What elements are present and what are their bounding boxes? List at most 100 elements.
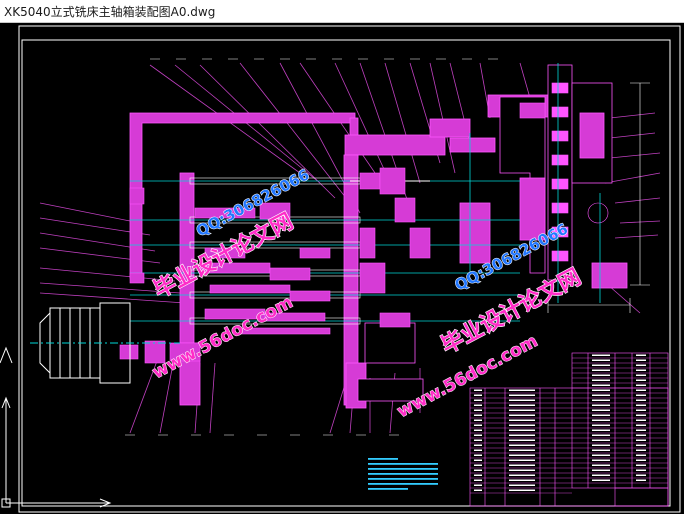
- table-text: [509, 474, 535, 476]
- gear: [359, 172, 381, 190]
- table-text: [592, 379, 610, 381]
- table-text: [474, 434, 482, 436]
- note-line: [368, 458, 398, 460]
- leader-line: [384, 62, 421, 184]
- table-text: [592, 389, 610, 391]
- table-text: [636, 389, 646, 391]
- table-text: [636, 474, 646, 476]
- table-text: [474, 464, 482, 466]
- leader-line: [609, 112, 656, 119]
- table-text: [474, 409, 482, 411]
- table-text: [636, 399, 646, 401]
- table-text: [636, 479, 646, 481]
- leader-line: [429, 62, 456, 174]
- table-text: [636, 459, 646, 461]
- table-text: [592, 384, 610, 386]
- table-text: [509, 454, 535, 456]
- table-text: [636, 419, 646, 421]
- table-text: [509, 399, 535, 401]
- table-text: [592, 409, 610, 411]
- nut: [587, 202, 609, 224]
- table-text: [636, 469, 646, 471]
- spindle-part: [551, 82, 569, 94]
- table-text: [636, 409, 646, 411]
- table-text: [636, 354, 646, 356]
- table-text: [592, 434, 610, 436]
- note-line: [368, 468, 438, 470]
- spindle-part: [551, 130, 569, 142]
- gear: [359, 262, 386, 294]
- table-text: [509, 414, 535, 416]
- table-text: [474, 389, 482, 391]
- table-text: [592, 404, 610, 406]
- table-text: [474, 404, 482, 406]
- table-text: [592, 469, 610, 471]
- table-text: [474, 424, 482, 426]
- table-text: [592, 464, 610, 466]
- table-text: [509, 489, 535, 491]
- table-text: [592, 419, 610, 421]
- table-text: [636, 439, 646, 441]
- table-text: [509, 449, 535, 451]
- table-text: [592, 354, 610, 356]
- table-text: [592, 429, 610, 431]
- table-text: [636, 359, 646, 361]
- table-text: [509, 424, 535, 426]
- table-text: [509, 479, 535, 481]
- gear: [359, 227, 376, 259]
- table-text: [592, 444, 610, 446]
- table-text: [636, 424, 646, 426]
- table-text: [592, 459, 610, 461]
- table-text: [474, 399, 482, 401]
- gear: [379, 167, 406, 195]
- table-text: [636, 374, 646, 376]
- cad-drawing[interactable]: 毕业设计论文网 QQ:306826066 www.56doc.com www.5…: [0, 23, 684, 514]
- watermark-site-1: www.56doc.com: [149, 292, 296, 383]
- table-text: [592, 454, 610, 456]
- table-text: [509, 389, 535, 391]
- table-text: [636, 449, 646, 451]
- table-text: [592, 374, 610, 376]
- note-line: [368, 473, 438, 475]
- table-text: [509, 419, 535, 421]
- note-line: [368, 488, 408, 490]
- gear: [289, 290, 331, 302]
- table-text: [474, 469, 482, 471]
- table-text: [509, 444, 535, 446]
- leader-line: [614, 234, 659, 239]
- table-text: [592, 359, 610, 361]
- table-text: [509, 439, 535, 441]
- gear: [299, 247, 331, 259]
- table-text: [474, 439, 482, 441]
- table-text: [636, 429, 646, 431]
- table-text: [592, 394, 610, 396]
- table-text: [636, 369, 646, 371]
- gear: [519, 102, 546, 119]
- table-text: [474, 444, 482, 446]
- table-text: [474, 419, 482, 421]
- leader-line: [609, 152, 661, 159]
- window-title: XK5040立式铣床主轴箱装配图A0.dwg: [4, 4, 216, 19]
- leader-line: [174, 64, 321, 184]
- table-text: [636, 384, 646, 386]
- table-text: [636, 464, 646, 466]
- table-text: [592, 439, 610, 441]
- spindle-part: [551, 178, 569, 190]
- table-text: [592, 369, 610, 371]
- table-text: [636, 444, 646, 446]
- leader-line: [519, 62, 531, 99]
- table-text: [509, 484, 535, 486]
- table-text: [592, 479, 610, 481]
- drawing-canvas[interactable]: 毕业设计论文网 QQ:306826066 www.56doc.com www.5…: [0, 23, 684, 514]
- table-text: [636, 434, 646, 436]
- table-text: [474, 414, 482, 416]
- spindle-part: [551, 202, 569, 214]
- gear: [394, 197, 416, 223]
- table-text: [636, 394, 646, 396]
- spindle-part: [551, 250, 569, 262]
- note-line: [368, 483, 438, 485]
- note-line: [368, 478, 438, 480]
- leader-line: [604, 172, 661, 184]
- technical-notes: [368, 458, 438, 490]
- table-text: [636, 454, 646, 456]
